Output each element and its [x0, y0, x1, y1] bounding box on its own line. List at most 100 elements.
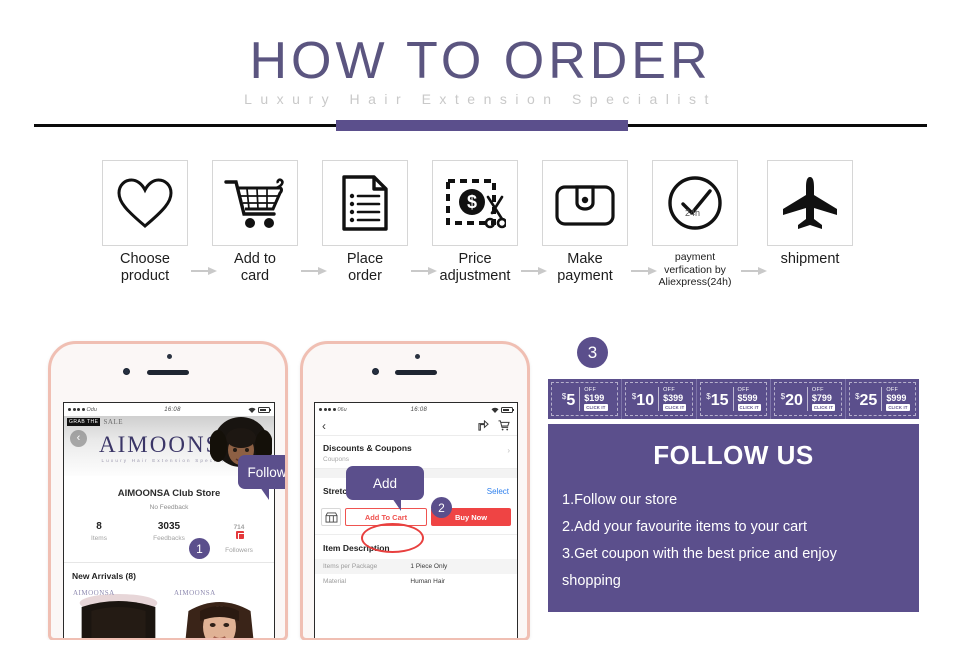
follow-us-tooltip: Follow us: [238, 455, 285, 500]
sale-tag: GRAB THE SALE: [67, 418, 123, 426]
follow-step: shopping: [562, 573, 621, 589]
product-card[interactable]: AIMOONSA: [70, 587, 167, 638]
phone-sensor-icon: [167, 354, 172, 359]
coupon-min-spend: $999: [886, 392, 907, 403]
add-to-cart-button[interactable]: Add To Cart: [345, 508, 427, 526]
step-icon-box: $: [432, 160, 518, 246]
page-title: HOW TO ORDER: [249, 32, 712, 90]
new-arrivals-heading: New Arrivals (8): [72, 571, 136, 581]
step-label: Place order: [346, 251, 384, 284]
svg-text:$: $: [467, 192, 477, 212]
step-make-payment: Make payment: [542, 160, 628, 285]
signal-dots-icon: [319, 408, 336, 411]
item-description-heading: Item Description: [315, 534, 517, 559]
coupon-cta-button[interactable]: CLICK IT: [663, 404, 687, 412]
coupon-cta-button[interactable]: CLICK IT: [811, 404, 836, 412]
coupon-amount: $5: [561, 392, 576, 409]
step-label: payment verfication by Aliexpress(24h): [658, 251, 732, 288]
status-time: 16:08: [410, 406, 428, 413]
step-place-order: Place order: [322, 160, 408, 285]
follow-step: 1.Follow our store: [562, 492, 678, 508]
cart-action-bar: Add To Cart Buy Now: [315, 504, 517, 534]
coupon-bar: $5 OFF $199 CLICK IT $10 OFF $399 CLICK …: [548, 379, 919, 419]
step-icon-box: [542, 160, 628, 246]
clock-check-24h-icon: 24h: [668, 176, 722, 230]
wifi-icon: [248, 407, 256, 413]
phone1-screen: Odu 16:08 GRAB THE SALE ‹ AIMOONSA Luxur…: [63, 402, 275, 638]
step-shipment: shipment: [767, 160, 853, 268]
coupon-amount: $25: [855, 392, 878, 409]
step-choose-product: Choose product: [102, 160, 188, 285]
follow-us-title: FOLLOW US: [653, 440, 814, 470]
watermark-label: AIMOONSA: [174, 589, 216, 597]
coupon-min-spend: $799: [811, 392, 832, 403]
phone-speaker-icon: [395, 370, 437, 375]
stat-followers: 714 Followers: [225, 524, 253, 554]
step-icon-box: 24h: [652, 160, 738, 246]
follow-us-panel: FOLLOW US 1.Follow our store 2.Add your …: [548, 424, 919, 612]
coupon-amount: $15: [706, 392, 729, 409]
phone-mockup-product: 06u 16:08 ‹ Discounts & Coupons Coupons …: [300, 341, 530, 641]
signal-dots-icon: [68, 408, 85, 411]
phone2-screen: 06u 16:08 ‹ Discounts & Coupons Coupons …: [314, 402, 518, 638]
airplane-icon: [783, 177, 837, 229]
product-card[interactable]: AIMOONSA: [171, 587, 268, 638]
description-row: Material Human Hair: [323, 578, 446, 585]
carrier-label: 06u: [337, 406, 347, 413]
step-price-adjustment: $ Price adjustment: [432, 160, 518, 285]
share-icon[interactable]: [478, 420, 489, 431]
order-steps-row: Choose product Add to card Place order $…: [0, 160, 961, 300]
step-label: shipment: [780, 251, 840, 267]
battery-icon: [500, 406, 515, 413]
header: HOW TO ORDER Luxury Hair Extension Speci…: [0, 0, 961, 138]
step-badge-2: 2: [431, 497, 452, 518]
coupon-item[interactable]: $15 OFF $599 CLICK IT: [697, 379, 772, 419]
header-divider-accent: [336, 120, 628, 131]
follow-step: 3.Get coupon with the best price and enj…: [562, 546, 837, 562]
wifi-icon: [491, 407, 499, 413]
discounts-coupons-row[interactable]: Discounts & Coupons Coupons ›: [315, 436, 517, 469]
coupon-min-spend: $599: [737, 392, 758, 403]
add-tooltip: Add: [346, 466, 424, 511]
select-link[interactable]: Select: [487, 487, 509, 496]
stat-items: 8 Items: [91, 521, 107, 542]
store-icon[interactable]: [321, 508, 341, 526]
new-arrivals-grid: AIMOONSA AIMOONSA: [64, 587, 274, 638]
coupon-min-spend: $399: [663, 392, 684, 403]
store-feedback: No Feedback: [149, 504, 189, 511]
chevron-right-icon: ›: [507, 446, 510, 455]
document-list-icon: [342, 175, 388, 231]
phone-speaker-icon: [147, 370, 189, 375]
coupon-cta-button[interactable]: CLICK IT: [886, 404, 910, 412]
step-label: Price adjustment: [439, 251, 511, 284]
coupon-item[interactable]: $5 OFF $199 CLICK IT: [548, 379, 623, 419]
store-stats: 8 Items 3035 Feedbacks 714 Followers: [64, 521, 274, 563]
cart-icon[interactable]: [498, 420, 510, 431]
phone-camera-icon: [123, 368, 130, 375]
coupon-min-spend: $199: [584, 392, 605, 403]
price-scissors-icon: $: [446, 179, 506, 229]
follow-step: 2.Add your favourite items to your cart: [562, 519, 807, 535]
step-icon-box: [767, 160, 853, 246]
coupon-item[interactable]: $20 OFF $799 CLICK IT: [771, 379, 846, 419]
step-badge-3: 3: [577, 337, 608, 368]
coupon-item[interactable]: $10 OFF $399 CLICK IT: [622, 379, 697, 419]
discounts-subtitle: Coupons: [323, 456, 350, 463]
coupon-cta-button[interactable]: CLICK IT: [737, 404, 761, 412]
store-icon-glyph: [325, 511, 337, 523]
step-badge-1: 1: [189, 538, 210, 559]
page-subtitle: Luxury Hair Extension Specialist: [244, 91, 717, 107]
heart-icon: [117, 178, 173, 228]
step-arrow-icon: [741, 265, 767, 277]
phone2-status-bar: 06u 16:08: [315, 403, 517, 416]
coupon-cta-button[interactable]: CLICK IT: [584, 404, 608, 412]
wallet-icon: [555, 185, 615, 226]
coupon-item[interactable]: $25 OFF $999 CLICK IT: [846, 379, 919, 419]
back-chevron-icon[interactable]: ‹: [322, 419, 326, 433]
step-label: Add to card: [234, 251, 276, 284]
step-add-to-card: Add to card: [212, 160, 298, 285]
product-nav-bar: ‹: [315, 416, 517, 436]
bottom-spacer: [0, 640, 961, 658]
description-row: Items per Package 1 Piece Only: [315, 559, 517, 574]
step-label: Choose product: [120, 251, 170, 284]
